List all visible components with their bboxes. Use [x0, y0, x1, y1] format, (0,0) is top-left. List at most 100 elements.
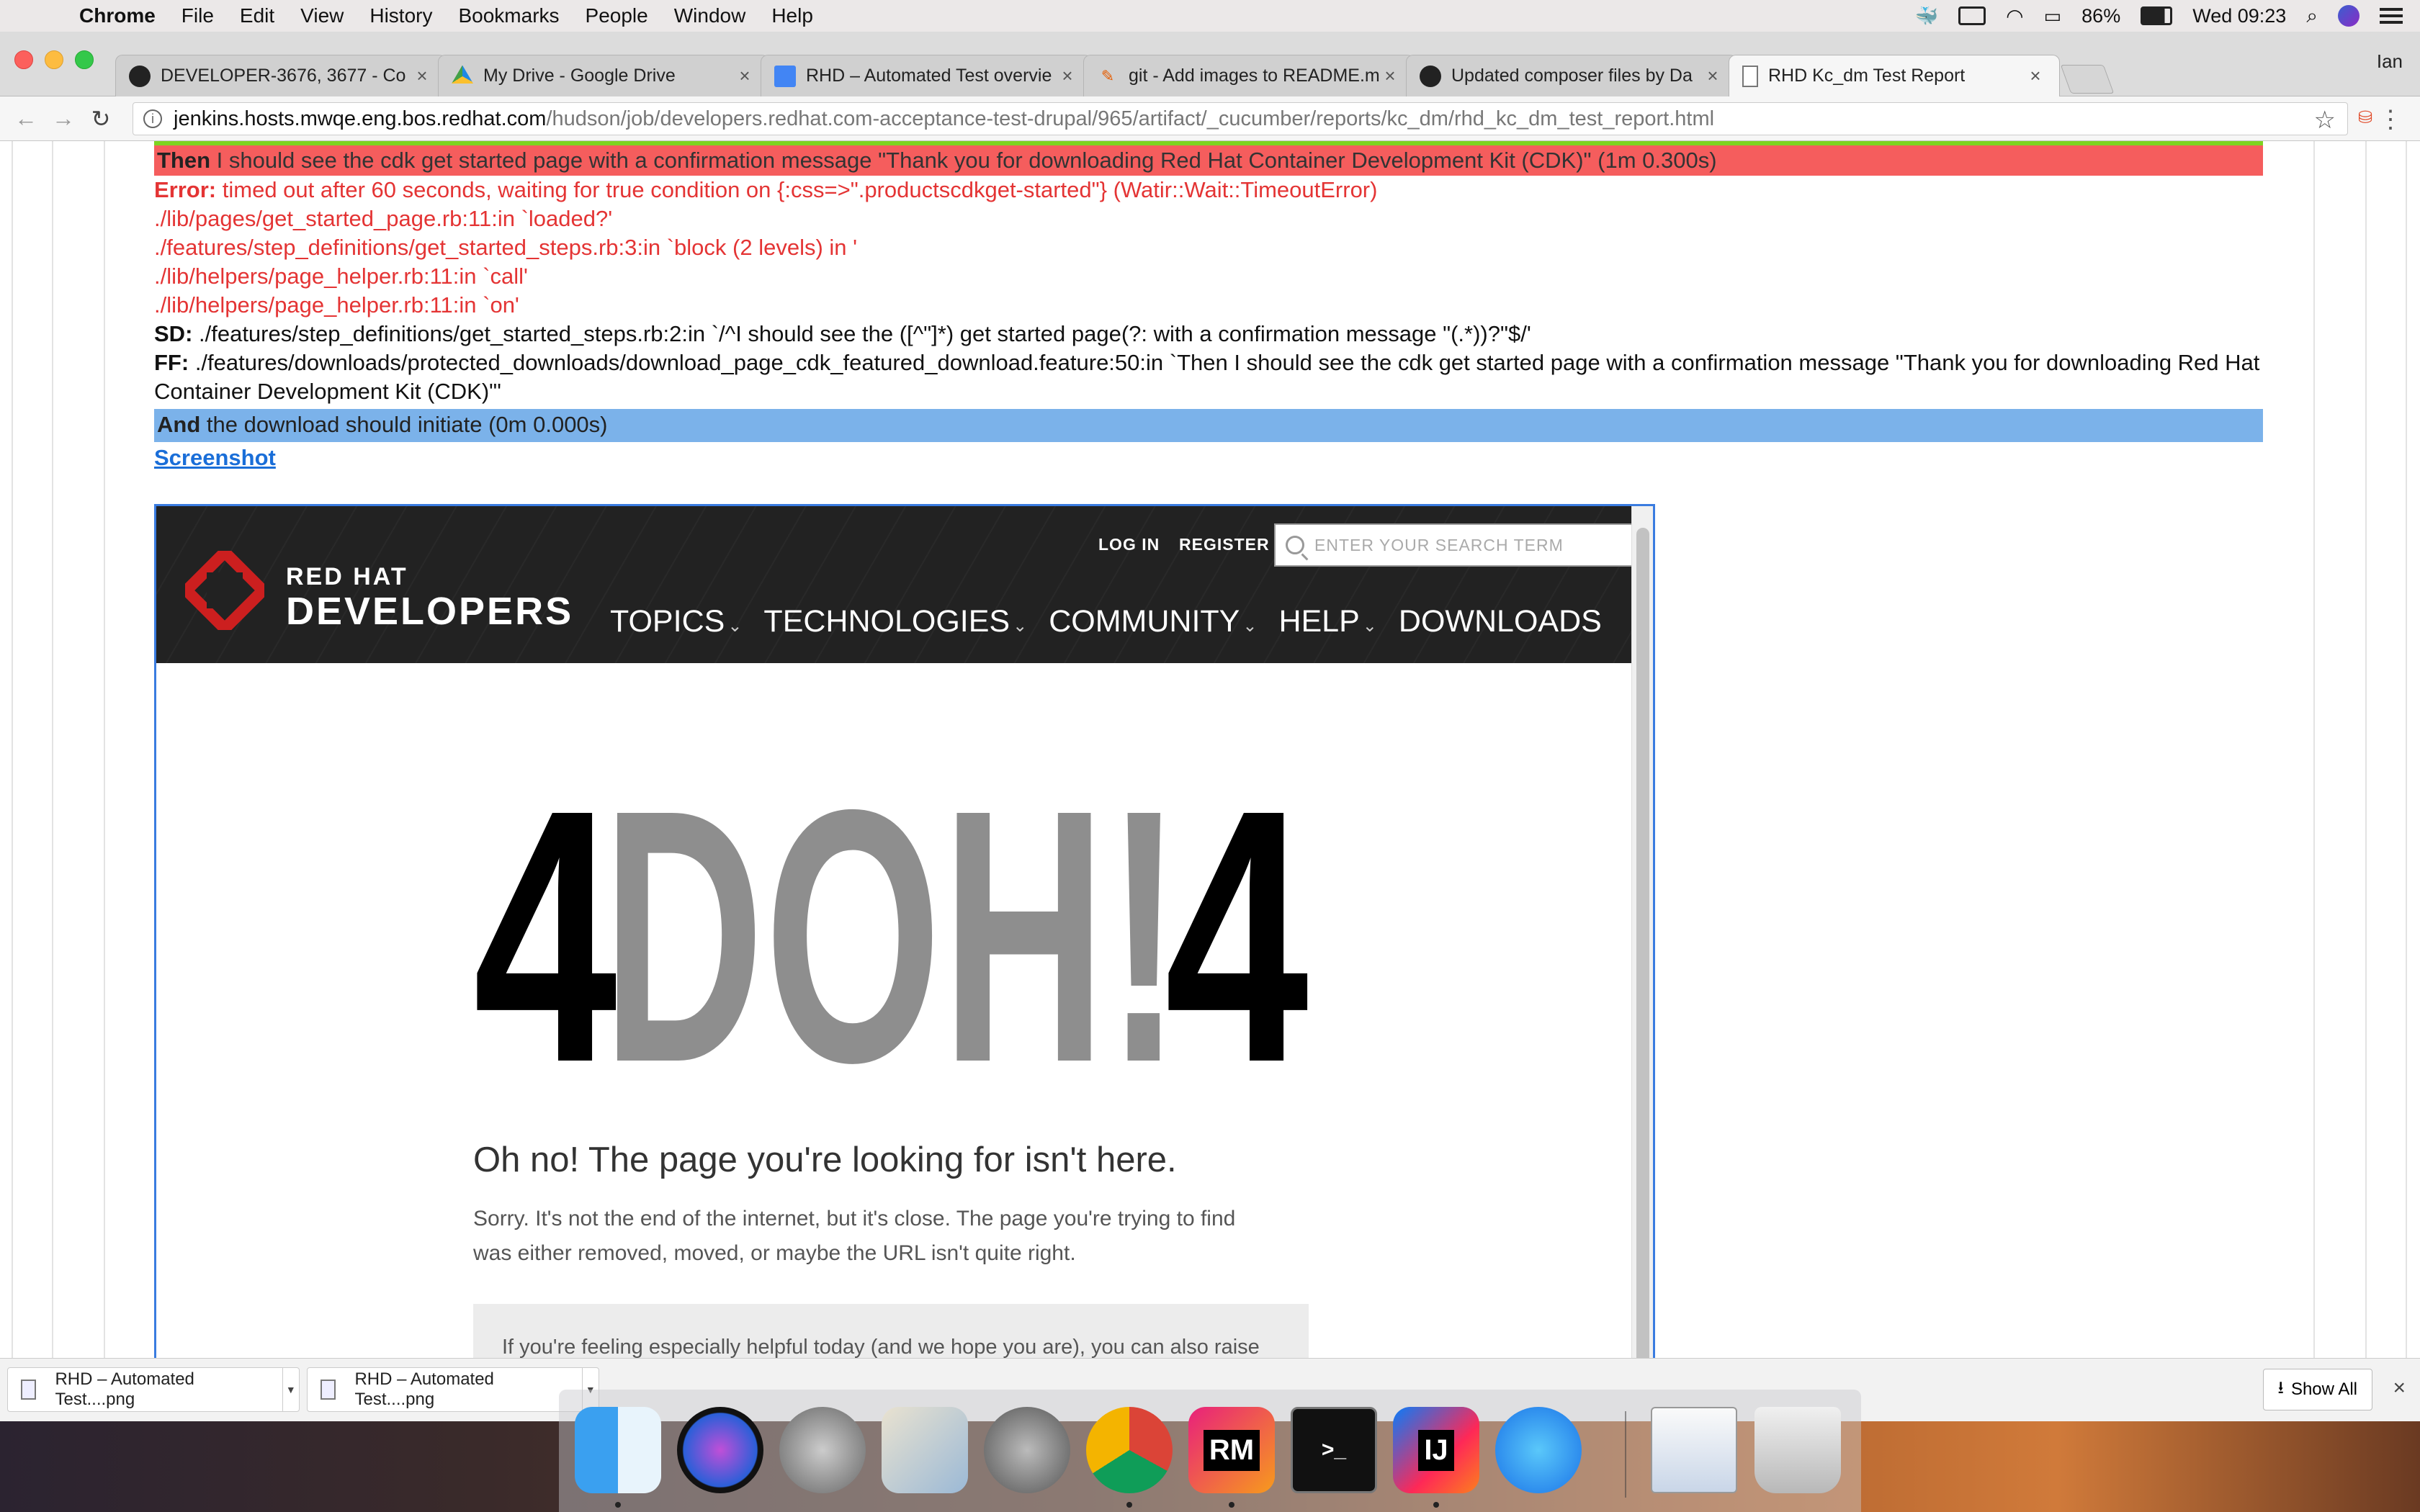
ff-text: ./features/downloads/protected_downloads…: [154, 350, 2260, 404]
macos-menu-bar: Chrome File Edit View History Bookmarks …: [0, 0, 2420, 32]
tab-test-report[interactable]: RHD Kc_dm Test Report ×: [1729, 55, 2060, 96]
macos-dock: RM >_ IJ: [559, 1390, 1861, 1512]
forward-arrow-icon[interactable]: →: [45, 105, 82, 132]
menu-file[interactable]: File: [182, 4, 214, 27]
spotlight-search-icon[interactable]: ⌕: [2306, 4, 2318, 28]
reload-icon[interactable]: ↻: [82, 105, 120, 132]
doh-left-four: 4: [473, 765, 619, 1068]
close-tab-icon[interactable]: ×: [1379, 65, 1401, 87]
close-tab-icon[interactable]: ×: [1702, 65, 1724, 87]
siri-icon[interactable]: [677, 1407, 763, 1493]
close-tab-icon[interactable]: ×: [2025, 65, 2046, 87]
mail-icon[interactable]: [882, 1407, 968, 1493]
dock-separator: [1625, 1411, 1626, 1498]
rh-search-box: ENTER YOUR SEARCH TERM: [1274, 523, 1633, 567]
image-file-icon: [321, 1380, 336, 1400]
tab-git-readme[interactable]: ✎ git - Add images to README.m ×: [1083, 55, 1415, 96]
download-icon: ⭳: [2277, 1377, 2284, 1398]
chevron-down-icon[interactable]: ▼: [282, 1368, 299, 1411]
minimize-window-button[interactable]: [45, 50, 63, 69]
trash-icon[interactable]: [1754, 1407, 1841, 1493]
intellij-idea-icon[interactable]: IJ: [1393, 1407, 1479, 1493]
siri-icon[interactable]: [2338, 5, 2360, 27]
airplay-icon[interactable]: ▭: [2044, 5, 2062, 27]
launchpad-icon[interactable]: [779, 1407, 866, 1493]
chevron-down-icon: ⌄: [1013, 616, 1028, 636]
close-downloads-icon[interactable]: ×: [2393, 1376, 2406, 1400]
google-docs-icon: [774, 65, 796, 87]
show-all-label: Show All: [2290, 1380, 2357, 1399]
menu-app-chrome[interactable]: Chrome: [79, 4, 156, 27]
page-guide-line: [52, 141, 53, 1358]
search-icon: [1286, 536, 1304, 554]
preview-window-icon[interactable]: [1651, 1407, 1737, 1493]
tab-google-drive[interactable]: My Drive - Google Drive ×: [438, 55, 769, 96]
tab-github-composer[interactable]: Updated composer files by Da ×: [1406, 55, 1737, 96]
doh-right-four: 4: [1165, 765, 1309, 1068]
error-page-help-box: If you're feeling especially helpful tod…: [473, 1304, 1309, 1358]
404-doh-graphic: 4DOH!4 4 4: [473, 765, 1309, 1068]
close-tab-icon[interactable]: ×: [734, 65, 756, 87]
chrome-icon[interactable]: [1086, 1407, 1173, 1493]
ff-label: FF:: [154, 350, 189, 375]
screenshot-link[interactable]: Screenshot: [154, 445, 276, 471]
battery-icon[interactable]: [2141, 6, 2173, 25]
download-item[interactable]: RHD – Automated Test....png ▼: [307, 1367, 599, 1412]
extension-icon[interactable]: ⛁: [2358, 107, 2380, 129]
url-host: jenkins.hosts.mwqe.eng.bos.redhat.com: [174, 107, 547, 130]
menu-window[interactable]: Window: [674, 4, 746, 27]
zoom-window-button[interactable]: [75, 50, 94, 69]
sd-text: ./features/step_definitions/get_started_…: [192, 321, 1531, 346]
rh-site-header: RED HAT DEVELOPERS LOG IN REGISTER ENTER…: [156, 506, 1633, 663]
screenshot-scrollbar[interactable]: [1631, 506, 1653, 1358]
site-info-icon[interactable]: i: [143, 109, 162, 128]
system-preferences-icon[interactable]: [984, 1407, 1070, 1493]
profile-name[interactable]: Ian: [2377, 50, 2403, 73]
close-tab-icon[interactable]: ×: [1057, 65, 1078, 87]
download-item[interactable]: RHD – Automated Test....png ▼: [7, 1367, 300, 1412]
menu-people[interactable]: People: [586, 4, 648, 27]
menu-view[interactable]: View: [300, 4, 344, 27]
close-tab-icon[interactable]: ×: [411, 65, 433, 87]
page-guide-line: [104, 141, 105, 1358]
tab-title: git - Add images to README.m: [1129, 66, 1379, 86]
error-label: Error:: [154, 177, 217, 202]
messages-icon[interactable]: [1495, 1407, 1582, 1493]
close-window-button[interactable]: [14, 50, 33, 69]
menu-edit[interactable]: Edit: [240, 4, 274, 27]
tab-title: Updated composer files by Da: [1451, 66, 1693, 86]
nav-label: COMMUNITY: [1049, 604, 1240, 639]
memory-monitor-icon[interactable]: [1958, 6, 1986, 25]
address-bar[interactable]: i jenkins.hosts.mwqe.eng.bos.redhat.com /…: [133, 102, 2348, 135]
show-all-downloads-button[interactable]: ⭳ Show All: [2262, 1369, 2372, 1410]
menu-help[interactable]: Help: [771, 4, 813, 27]
file-icon: [1742, 65, 1758, 87]
google-drive-icon: [452, 65, 473, 84]
menu-history[interactable]: History: [369, 4, 432, 27]
tab-title: RHD – Automated Test overvie: [806, 66, 1052, 86]
notification-center-icon[interactable]: [2380, 8, 2403, 24]
tab-title: RHD Kc_dm Test Report: [1768, 66, 1966, 86]
docker-icon[interactable]: 🐳: [1915, 5, 1938, 27]
chrome-menu-icon[interactable]: ⋮: [2378, 105, 2403, 134]
finder-icon[interactable]: [575, 1407, 661, 1493]
menu-bookmarks[interactable]: Bookmarks: [458, 4, 559, 27]
terminal-icon[interactable]: >_: [1291, 1407, 1377, 1493]
tab-rhd-overview[interactable]: RHD – Automated Test overvie ×: [761, 55, 1092, 96]
chevron-down-icon: ⌄: [1362, 616, 1377, 636]
red-hat-developers-logo-icon: [185, 551, 264, 630]
tab-github-developer[interactable]: DEVELOPER-3676, 3677 - Co ×: [115, 55, 447, 96]
nav-label: TECHNOLOGIES: [763, 604, 1010, 639]
wifi-icon[interactable]: ◠: [2006, 4, 2023, 28]
battery-percent[interactable]: 86%: [2081, 5, 2120, 27]
error-text: timed out after 60 seconds, waiting for …: [216, 177, 1378, 202]
page-content: Then I should see the cdk get started pa…: [0, 141, 2420, 1358]
bookmark-star-icon[interactable]: ☆: [2314, 106, 2336, 135]
github-icon: [1420, 65, 1441, 87]
step-definition: SD: ./features/step_definitions/get_star…: [154, 320, 2263, 348]
rubymine-icon[interactable]: RM: [1188, 1407, 1275, 1493]
nav-downloads: DOWNLOADS: [1399, 604, 1602, 639]
new-tab-button[interactable]: [2060, 65, 2115, 94]
back-arrow-icon[interactable]: ←: [7, 105, 45, 132]
menubar-clock[interactable]: Wed 09:23: [2192, 5, 2286, 27]
